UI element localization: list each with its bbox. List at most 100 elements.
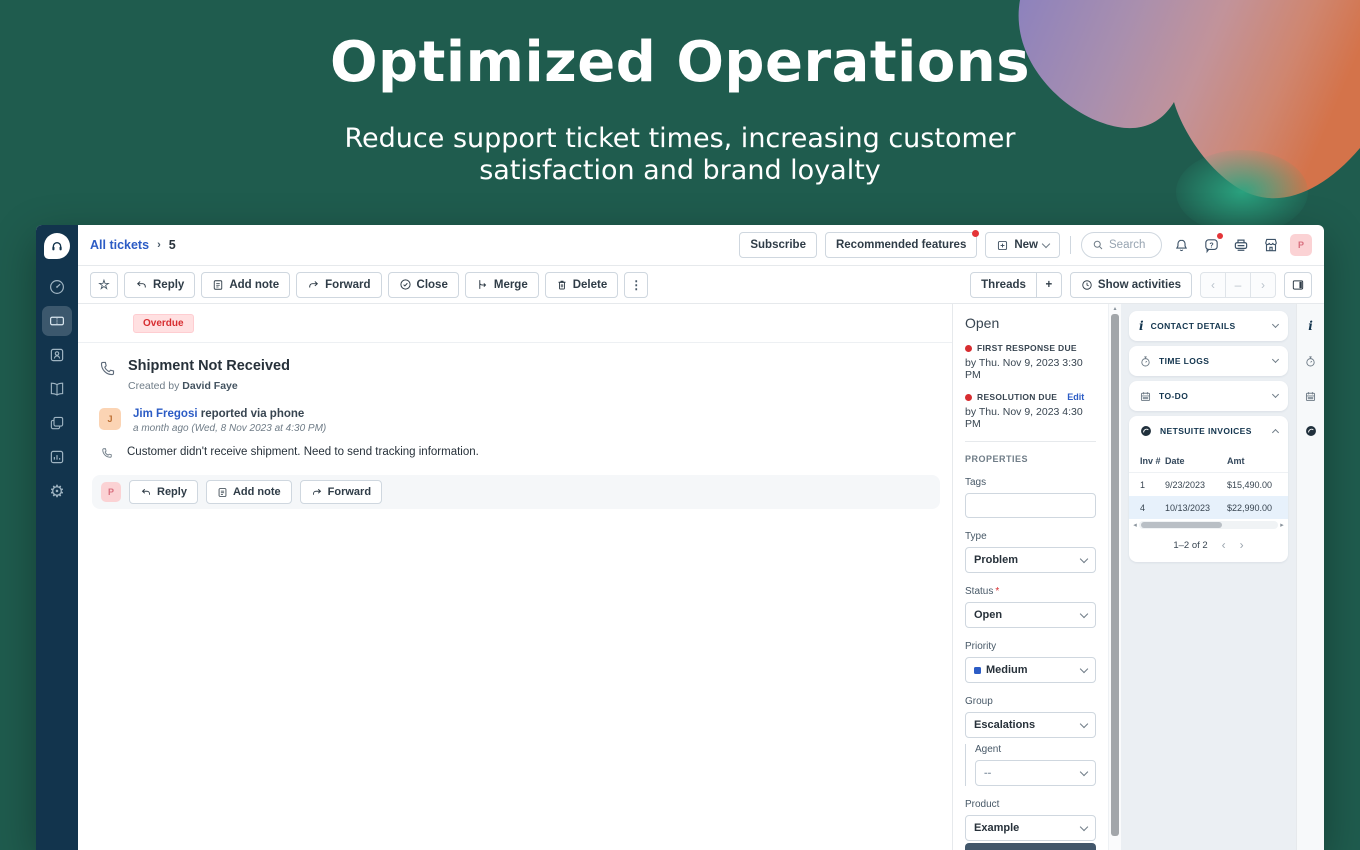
- channels-icon: [48, 414, 66, 432]
- first-response-due: FIRST RESPONSE DUE: [965, 343, 1096, 353]
- ticket-title: Shipment Not Received: [128, 358, 290, 374]
- more-actions-button[interactable]: ⋮: [624, 272, 648, 298]
- invoices-prev-button[interactable]: ‹: [1222, 539, 1226, 551]
- bell-icon: [1173, 237, 1190, 254]
- info-icon: i: [1308, 320, 1313, 332]
- invoices-table: Inv # Date Amt 1 9/23/2023 $15,490.00 4 …: [1129, 446, 1288, 562]
- properties-scrollbar[interactable]: ▴: [1108, 304, 1121, 850]
- recommended-features-button[interactable]: Recommended features: [825, 232, 977, 258]
- scroll-left-arrow[interactable]: ◂: [1131, 521, 1139, 529]
- forward-button[interactable]: Forward: [296, 272, 381, 298]
- merge-button[interactable]: Merge: [465, 272, 539, 298]
- strip-contact-details[interactable]: i: [1297, 311, 1324, 341]
- tags-input[interactable]: [965, 493, 1096, 518]
- scrollbar-thumb[interactable]: [1111, 314, 1119, 836]
- sender-name-link[interactable]: Jim Fregosi: [133, 408, 198, 420]
- sidebar-item-solutions[interactable]: [42, 374, 72, 404]
- marketplace-button[interactable]: [1260, 234, 1282, 256]
- sidebar-item-tickets[interactable]: [42, 306, 72, 336]
- sidebar-item-channels[interactable]: [42, 408, 72, 438]
- invoice-row-selected[interactable]: 4 10/13/2023 $22,990.00: [1129, 496, 1288, 519]
- new-button[interactable]: New: [985, 232, 1060, 258]
- time-logs-header[interactable]: TIME LOGS: [1129, 346, 1288, 376]
- star-button[interactable]: ☆: [90, 272, 118, 298]
- group-select[interactable]: Escalations: [965, 712, 1096, 738]
- sidebar-item-analytics[interactable]: [42, 442, 72, 472]
- search-box[interactable]: [1081, 232, 1162, 258]
- trash-icon: [556, 279, 568, 291]
- user-avatar[interactable]: P: [1290, 234, 1312, 256]
- collapse-panel-button[interactable]: [1284, 272, 1312, 298]
- show-activities-button[interactable]: Show activities: [1070, 272, 1192, 298]
- sidebar-item-dashboard[interactable]: [42, 272, 72, 302]
- prev-ticket-button[interactable]: ‹: [1200, 272, 1226, 298]
- breadcrumb-ticket-id: 5: [169, 238, 176, 252]
- notifications-button[interactable]: [1170, 234, 1192, 256]
- add-thread-button[interactable]: +: [1036, 272, 1062, 298]
- search-input[interactable]: [1109, 239, 1151, 251]
- edit-resolution-link[interactable]: Edit: [1067, 392, 1084, 402]
- chevron-down-icon: [1080, 609, 1088, 617]
- help-button[interactable]: ?: [1200, 234, 1222, 256]
- contact-details-header[interactable]: i CONTACT DETAILS: [1129, 311, 1288, 341]
- scroll-right-arrow[interactable]: ▸: [1278, 521, 1286, 529]
- close-button[interactable]: Close: [388, 272, 459, 298]
- next-ticket-button[interactable]: ›: [1250, 272, 1276, 298]
- field-priority: Priority Medium: [965, 641, 1096, 683]
- sidebar-item-admin[interactable]: ⚙: [42, 476, 72, 506]
- freshdesk-logo[interactable]: [44, 233, 70, 259]
- field-agent: Agent --: [975, 744, 1096, 786]
- forward-icon: [307, 278, 320, 291]
- invoices-header-row: Inv # Date Amt: [1129, 450, 1288, 473]
- priority-color-icon: [974, 667, 981, 674]
- pagination-text: 1–2 of 2: [1173, 540, 1207, 551]
- delete-button[interactable]: Delete: [545, 272, 619, 298]
- agent-select[interactable]: --: [975, 760, 1096, 786]
- quick-forward-button[interactable]: Forward: [300, 480, 382, 504]
- ticket-pager: ‹ – ›: [1200, 272, 1276, 298]
- netsuite-invoices-header[interactable]: NETSUITE INVOICES: [1129, 416, 1288, 446]
- add-note-button[interactable]: Add note: [201, 272, 290, 298]
- invoices-horizontal-scrollbar[interactable]: ◂ ▸: [1131, 520, 1286, 530]
- properties-section-title: PROPERTIES: [965, 454, 1096, 464]
- ticket-status-heading: Open: [965, 315, 1096, 331]
- hscroll-thumb[interactable]: [1141, 522, 1222, 528]
- requester-name: David Faye: [182, 380, 237, 392]
- todo-header[interactable]: TO-DO: [1129, 381, 1288, 411]
- status-select[interactable]: Open: [965, 602, 1096, 628]
- chevron-down-icon: [1080, 822, 1088, 830]
- strip-time-logs[interactable]: [1297, 346, 1324, 376]
- breadcrumb-all-tickets[interactable]: All tickets: [90, 238, 149, 252]
- subscribe-button[interactable]: Subscribe: [739, 232, 817, 258]
- field-tags: Tags: [965, 477, 1096, 518]
- headset-icon: [49, 238, 65, 254]
- sender-avatar: J: [99, 408, 121, 430]
- reply-button[interactable]: Reply: [124, 272, 195, 298]
- calendar-icon: [1139, 390, 1152, 403]
- print-button[interactable]: [1230, 234, 1252, 256]
- contacts-icon: [48, 346, 66, 364]
- scroll-up-arrow[interactable]: ▴: [1109, 305, 1121, 312]
- threads-button[interactable]: Threads: [970, 272, 1037, 298]
- divider: [965, 441, 1096, 442]
- sidebar-item-contacts[interactable]: [42, 340, 72, 370]
- phone-icon: [99, 360, 116, 377]
- strip-todo[interactable]: [1297, 381, 1324, 411]
- merge-icon: [476, 278, 489, 291]
- priority-select[interactable]: Medium: [965, 657, 1096, 683]
- quick-add-note-button[interactable]: Add note: [206, 480, 292, 504]
- strip-netsuite[interactable]: [1297, 416, 1324, 446]
- quick-reply-button[interactable]: Reply: [129, 480, 198, 504]
- calendar-icon: [1304, 390, 1317, 403]
- invoices-next-button[interactable]: ›: [1240, 539, 1244, 551]
- type-select[interactable]: Problem: [965, 547, 1096, 573]
- chevron-down-icon: [1042, 239, 1050, 247]
- dashboard-icon: [48, 278, 66, 296]
- resolution-due-value: by Thu. Nov 9, 2023 4:30 PM: [965, 406, 1096, 430]
- widgets-panel: i CONTACT DETAILS TIME LOGS: [1121, 304, 1296, 850]
- divider: [1070, 236, 1071, 254]
- invoice-row[interactable]: 1 9/23/2023 $15,490.00: [1129, 473, 1288, 496]
- overdue-badge: Overdue: [133, 314, 194, 333]
- product-select[interactable]: Example: [965, 815, 1096, 841]
- created-by-line: Created by David Faye: [128, 380, 290, 392]
